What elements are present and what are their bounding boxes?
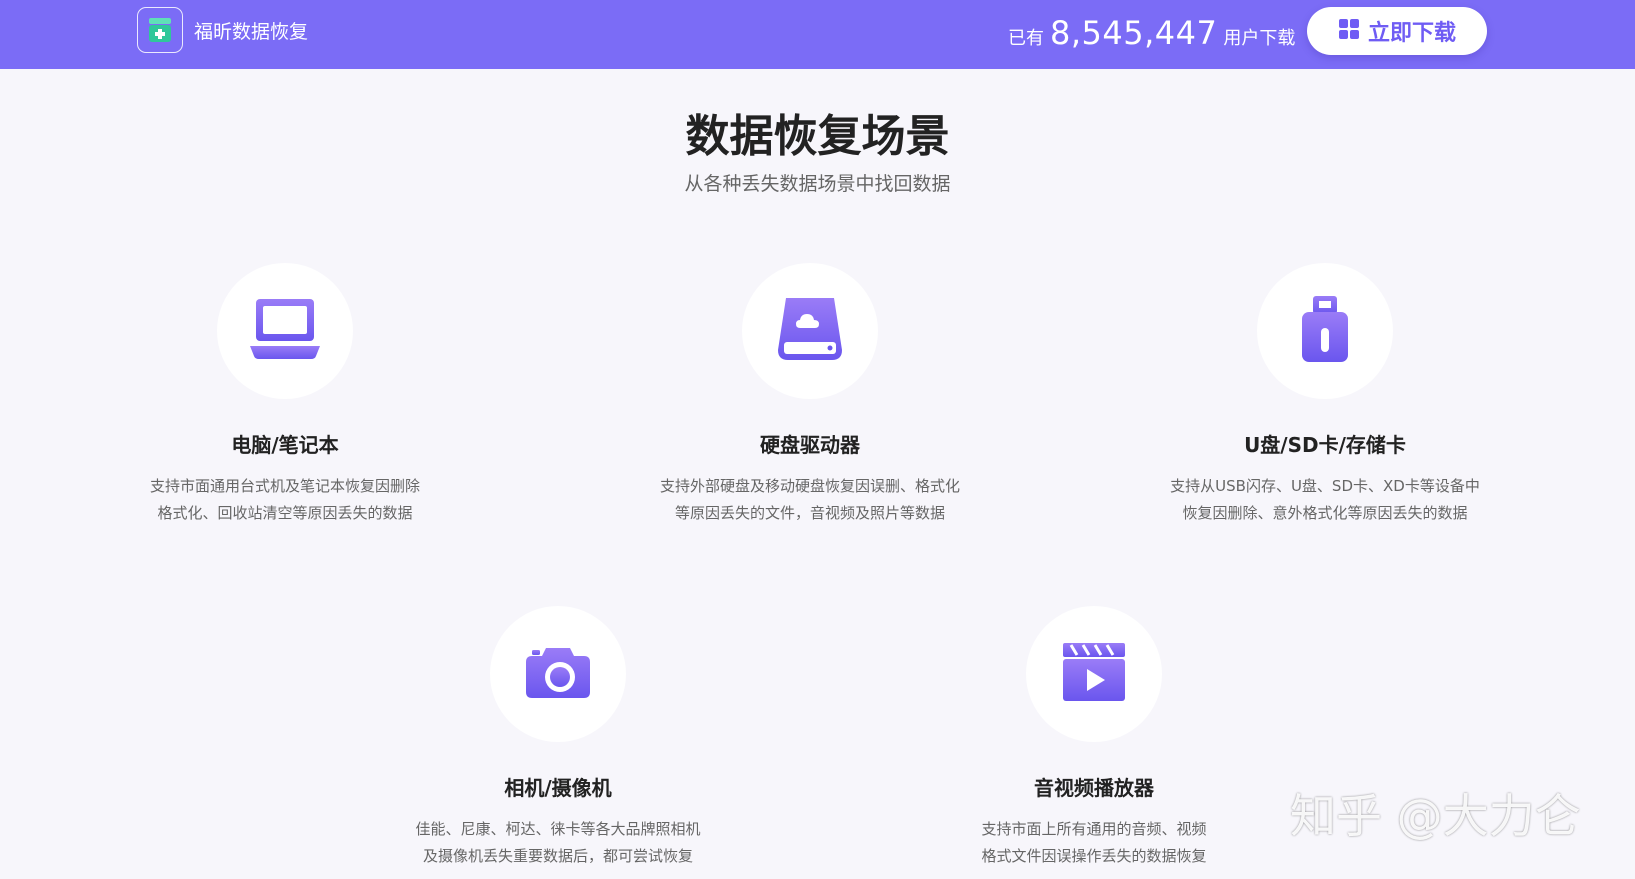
description-line: 支持从USB闪存、U盘、SD卡、XD卡等设备中 <box>1170 477 1480 495</box>
section-title: 数据恢复场景 <box>685 111 950 162</box>
description-line: 等原因丢失的文件，音视频及照片等数据 <box>674 504 945 522</box>
description-line: 佳能、尼康、柯达、徕卡等各大品牌照相机 <box>415 820 701 838</box>
description-line: 及摄像机丢失重要数据后，都可尝试恢复 <box>422 847 693 865</box>
watermark: 知乎 @大力仑 <box>1290 789 1581 843</box>
description-line: 格式文件因误操作丢失的数据恢复 <box>981 847 1207 865</box>
scenario-card-computer: 电脑/笔记本 支持市面通用台式机及笔记本恢复因删除 格式化、回收站清空等原因丢失… <box>95 263 475 527</box>
app-name: 福昕数据恢复 <box>194 20 309 43</box>
description-line: 恢复因删除、意外格式化等原因丢失的数据 <box>1182 504 1468 522</box>
download-now-button[interactable]: 立即下载 <box>1307 7 1487 55</box>
brand[interactable]: 福昕数据恢复 <box>137 7 308 53</box>
scenario-card-usb: U盘/SD卡/存储卡 支持从USB闪存、U盘、SD卡、XD卡等设备中 恢复因删除… <box>1135 263 1515 527</box>
app-logo-icon <box>137 7 183 53</box>
scenario-card-camera: 相机/摄像机 佳能、尼康、柯达、徕卡等各大品牌照相机 及摄像机丢失重要数据后，都… <box>368 606 748 870</box>
scenario-description: 支持外部硬盘及移动硬盘恢复因误删、格式化 等原因丢失的文件，音视频及照片等数据 <box>620 473 1000 527</box>
scenario-icon-circle <box>490 606 626 742</box>
download-count: 8,545,447 <box>1050 14 1218 52</box>
scenario-title: 音视频播放器 <box>1034 776 1154 800</box>
scenario-title: U盘/SD卡/存储卡 <box>1244 433 1406 457</box>
scenario-icon-circle <box>1257 263 1393 399</box>
description-line: 格式化、回收站清空等原因丢失的数据 <box>157 504 413 522</box>
download-button-label: 立即下载 <box>1367 21 1456 46</box>
section-subtitle: 从各种丢失数据场景中找回数据 <box>684 173 951 195</box>
stats-prefix: 已有 <box>1008 28 1044 49</box>
description-line: 支持市面上所有通用的音频、视频 <box>981 820 1207 838</box>
description-line: 支持外部硬盘及移动硬盘恢复因误删、格式化 <box>659 477 960 495</box>
scenario-card-hard-drive: 硬盘驱动器 支持外部硬盘及移动硬盘恢复因误删、格式化 等原因丢失的文件，音视频及… <box>620 263 1000 527</box>
scenario-icon-circle <box>742 263 878 399</box>
scenario-description: 支持市面上所有通用的音频、视频 格式文件因误操作丢失的数据恢复 <box>904 816 1284 870</box>
camera-icon <box>524 644 592 704</box>
usb-drive-icon <box>1299 294 1351 368</box>
laptop-icon <box>248 296 322 366</box>
scenario-description: 支持市面通用台式机及笔记本恢复因删除 格式化、回收站清空等原因丢失的数据 <box>95 473 475 527</box>
top-navigation-bar: 福昕数据恢复 已有 8,545,447 用户下载 立即下载 <box>0 0 1635 69</box>
download-stats: 已有 8,545,447 用户下载 <box>1008 14 1295 52</box>
windows-icon <box>1338 18 1360 44</box>
stats-suffix: 用户下载 <box>1223 28 1296 49</box>
hard-drive-icon <box>776 294 844 368</box>
scenario-title: 电脑/笔记本 <box>231 433 339 457</box>
scenario-title: 相机/摄像机 <box>504 776 612 800</box>
scenario-card-video-player: 音视频播放器 支持市面上所有通用的音频、视频 格式文件因误操作丢失的数据恢复 <box>904 606 1284 870</box>
scenario-description: 支持从USB闪存、U盘、SD卡、XD卡等设备中 恢复因删除、意外格式化等原因丢失… <box>1135 473 1515 527</box>
scenario-title: 硬盘驱动器 <box>760 433 860 457</box>
description-line: 支持市面通用台式机及笔记本恢复因删除 <box>149 477 420 495</box>
video-player-icon <box>1061 641 1127 707</box>
scenario-icon-circle <box>217 263 353 399</box>
scenario-description: 佳能、尼康、柯达、徕卡等各大品牌照相机 及摄像机丢失重要数据后，都可尝试恢复 <box>368 816 748 870</box>
scenario-icon-circle <box>1026 606 1162 742</box>
